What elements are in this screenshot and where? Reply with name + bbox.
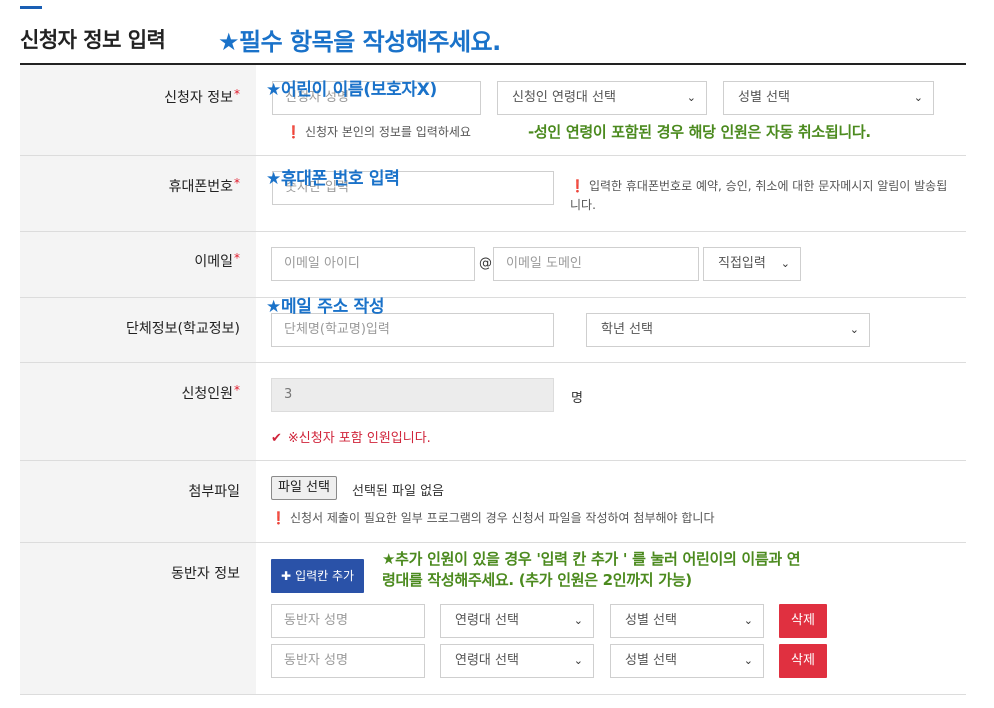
chevron-down-icon: ⌄ (743, 614, 753, 627)
companion-gender-select[interactable]: 성별 선택 ⌄ (610, 644, 764, 678)
required-mark: * (234, 251, 240, 265)
companion-name-input[interactable]: 동반자 성명 (271, 644, 425, 678)
delete-companion-button[interactable]: 삭제 (779, 644, 827, 678)
alert-icon: ❗ (271, 511, 286, 525)
chevron-down-icon: ⌄ (780, 257, 790, 270)
add-companion-button[interactable]: ✚ 입력칸 추가 (271, 559, 365, 593)
chevron-down-icon: ⌄ (913, 91, 923, 104)
adult-cancel-note: -성인 연령이 포함된 경우 해당 인원은 자동 취소됩니다. (528, 123, 871, 141)
email-annotation: ★메일 주소 작성 (266, 297, 385, 317)
companion-age-select[interactable]: 연령대 선택 ⌄ (440, 644, 594, 678)
group-label-cell: 단체정보(학교정보) (20, 298, 256, 362)
applicant-label-cell: 신청자 정보* (20, 65, 256, 155)
email-id-input[interactable]: 이메일 아이디 (271, 247, 475, 281)
at-sign: @ (479, 256, 492, 271)
companions-row: 동반자 정보 ✚ 입력칸 추가 ★추가 인원이 있을 경우 '입력 칸 추가 ' … (20, 543, 966, 695)
alert-icon: ❗ (286, 125, 301, 139)
count-label: 신청인원* (181, 383, 240, 402)
count-unit: 명 (571, 391, 583, 406)
required-mark: * (234, 87, 240, 101)
count-notice: ✔ ※신청자 포함 인원입니다. (271, 431, 431, 446)
applicant-gender-select[interactable]: 성별 선택 ⌄ (723, 81, 934, 115)
chevron-down-icon: ⌄ (573, 614, 583, 627)
count-row: 신청인원* 3 명 ✔ ※신청자 포함 인원입니다. (20, 363, 966, 461)
required-note: ★필수 항목을 작성해주세요. (218, 28, 501, 56)
phone-row: 휴대폰번호* 숫자만 입력 ❗ 입력한 휴대폰번호로 예약, 승인, 취소에 대한… (20, 156, 966, 232)
email-label: 이메일* (194, 251, 240, 270)
email-row: 이메일* 이메일 아이디 @ 이메일 도메인 직접입력 ⌄ (20, 232, 966, 298)
plus-icon: ✚ (281, 569, 292, 583)
phone-label-cell: 휴대폰번호* (20, 156, 256, 231)
chevron-down-icon: ⌄ (743, 654, 753, 667)
checkmark-icon: ✔ (271, 431, 282, 446)
email-domain-input[interactable]: 이메일 도메인 (493, 247, 699, 281)
companions-label-cell: 동반자 정보 (20, 543, 256, 694)
school-name-input[interactable]: 단체명(학교명)입력 (271, 313, 554, 347)
applicant-hint: ❗ 신청자 본인의 정보를 입력하세요 (286, 125, 471, 139)
companion-annotation: ★추가 인원이 있을 경우 '입력 칸 추가 ' 를 눌러 어린이의 이름과 연… (382, 550, 801, 589)
group-row: 단체정보(학교정보) 단체명(학교명)입력 학년 선택 ⌄ ★메일 주소 작성 (20, 297, 966, 363)
applicant-row: 신청자 정보* 신청자 성명 신청인 연령대 선택 ⌄ 성별 선택 ⌄ ❗ 신청자 본… (20, 65, 966, 156)
companion-gender-select[interactable]: 성별 선택 ⌄ (610, 604, 764, 638)
phone-annotation: ★휴대폰 번호 입력 (266, 169, 400, 189)
required-mark: * (234, 176, 240, 190)
applicant-annotation: ★어린이 이름(보호자X) (266, 80, 438, 100)
email-label-cell: 이메일* (20, 232, 256, 297)
applicant-label: 신청자 정보* (164, 87, 240, 106)
phone-label: 휴대폰번호* (168, 176, 240, 195)
file-status: 선택된 파일 없음 (352, 484, 444, 499)
alert-icon: ❗ (570, 179, 585, 193)
attachment-label-cell: 첨부파일 (20, 461, 256, 542)
chevron-down-icon: ⌄ (849, 323, 859, 336)
companion-age-select[interactable]: 연령대 선택 ⌄ (440, 604, 594, 638)
file-select-button[interactable]: 파일 선택 (271, 476, 337, 500)
title-accent-bar (20, 6, 42, 9)
attachment-hint: ❗ 신청서 제출이 필요한 일부 프로그램의 경우 신청서 파일을 작성하여 첨부… (271, 511, 715, 525)
delete-companion-button[interactable]: 삭제 (779, 604, 827, 638)
grade-select[interactable]: 학년 선택 ⌄ (586, 313, 870, 347)
required-mark: * (234, 383, 240, 397)
applicant-age-select[interactable]: 신청인 연령대 선택 ⌄ (497, 81, 707, 115)
email-domain-select[interactable]: 직접입력 ⌄ (703, 247, 801, 281)
attachment-label: 첨부파일 (188, 484, 240, 500)
count-label-cell: 신청인원* (20, 363, 256, 460)
group-label: 단체정보(학교정보) (126, 321, 240, 337)
attachment-row: 첨부파일 파일 선택 선택된 파일 없음 ❗ 신청서 제출이 필요한 일부 프로그… (20, 461, 966, 543)
applicant-count-input[interactable]: 3 (271, 378, 554, 412)
page-title: 신청자 정보 입력 (20, 28, 166, 52)
companions-label: 동반자 정보 (171, 566, 240, 582)
chevron-down-icon: ⌄ (686, 91, 696, 104)
phone-hint: ❗ 입력한 휴대폰번호로 예약, 승인, 취소에 대한 문자메시지 알림이 발송됩… (570, 179, 948, 212)
chevron-down-icon: ⌄ (573, 654, 583, 667)
companion-name-input[interactable]: 동반자 성명 (271, 604, 425, 638)
